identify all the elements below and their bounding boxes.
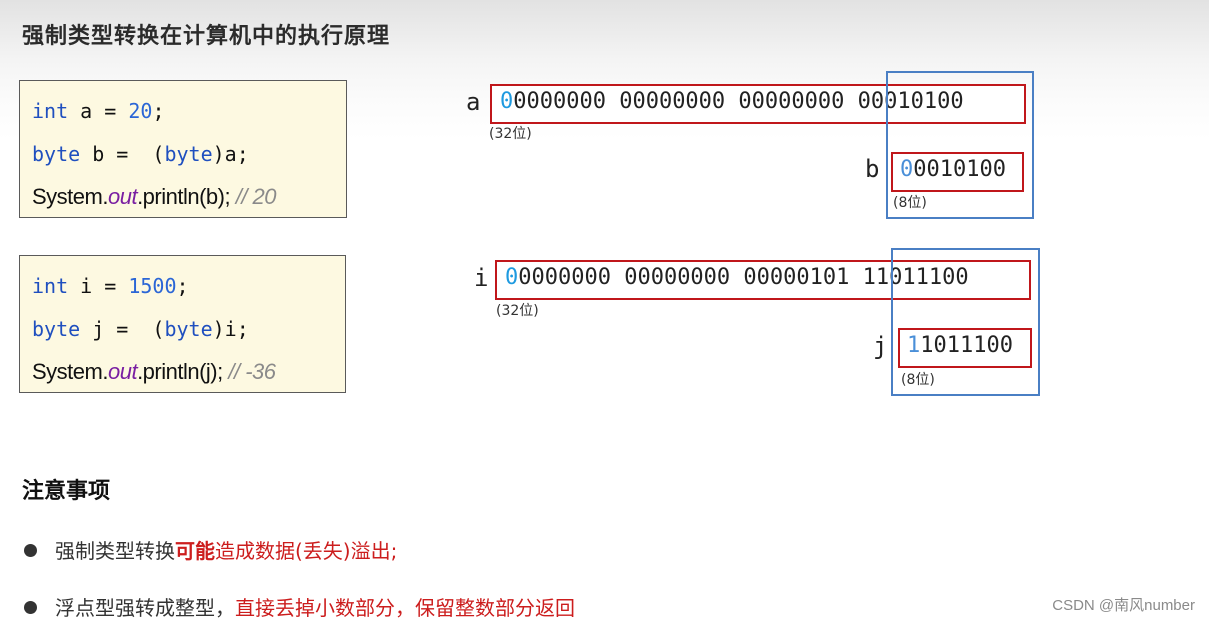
keyword: int: [32, 274, 69, 298]
static-field: out: [107, 359, 138, 384]
code-text: .println(j);: [137, 359, 229, 384]
watermark: CSDN @南风number: [1052, 597, 1195, 614]
code-line: int i = 1500;: [32, 274, 189, 298]
code-line: byte j = (byte)i;: [32, 317, 249, 341]
note-item: 强制类型转换可能造成数据(丢失)溢出;: [24, 535, 397, 564]
code-text: ;: [152, 99, 165, 123]
code-line: byte b = (byte)a;: [32, 142, 249, 166]
source-bit-width: (32位): [489, 126, 532, 142]
note-text: 浮点型强转成整型，: [55, 596, 235, 620]
target-bit-width: (8位): [901, 372, 935, 388]
code-text: )i;: [212, 317, 249, 341]
note-highlight: 直接丢掉小数部分，保留整数部分返回: [235, 596, 575, 620]
target-var-label: b: [865, 155, 880, 183]
source-bit-width: (32位): [496, 303, 539, 319]
note-item: 浮点型强转成整型，直接丢掉小数部分，保留整数部分返回: [24, 592, 575, 621]
sign-bit: 1: [907, 333, 921, 358]
code-text: )a;: [212, 142, 249, 166]
static-field: out: [107, 184, 138, 209]
keyword: int: [32, 99, 69, 123]
keyword: byte: [164, 142, 213, 166]
code-text: b = (: [80, 142, 165, 166]
source-var-label: a: [466, 88, 481, 116]
bullet-icon: [24, 544, 37, 557]
keyword: byte: [32, 142, 81, 166]
bit-string: 1011100: [920, 333, 1013, 358]
code-line: int a = 20;: [32, 99, 164, 123]
code-line: System.out.println(j); // -36: [32, 359, 276, 385]
target-bits: 00010100: [900, 157, 1006, 182]
bullet-icon: [24, 601, 37, 614]
target-var-label: j: [873, 332, 888, 360]
code-comment: // 20: [235, 184, 277, 209]
keyword: byte: [164, 317, 213, 341]
sign-bit: 0: [505, 265, 519, 290]
note-text: 强制类型转换: [55, 539, 175, 563]
sign-bit: 0: [900, 157, 914, 182]
number-literal: 1500: [128, 274, 177, 298]
code-text: i =: [68, 274, 129, 298]
keyword: byte: [32, 317, 81, 341]
note-highlight: 造成数据(丢失)溢出;: [215, 539, 398, 563]
code-comment: // -36: [228, 359, 276, 384]
bit-string: 0010100: [913, 157, 1006, 182]
note-emphasis: 可能: [175, 539, 215, 563]
target-bits-box: 11011100: [898, 328, 1032, 368]
code-text: System.: [32, 184, 108, 209]
number-literal: 20: [128, 99, 153, 123]
code-block-2: int i = 1500; byte j = (byte)i; System.o…: [19, 255, 346, 393]
code-text: System.: [32, 359, 108, 384]
code-text: j = (: [80, 317, 165, 341]
code-text: a =: [68, 99, 129, 123]
code-block-1: int a = 20; byte b = (byte)a; System.out…: [19, 80, 347, 218]
code-text: .println(b);: [137, 184, 236, 209]
notes-title: 注意事项: [22, 479, 111, 504]
source-var-label: i: [474, 264, 489, 292]
target-bits: 11011100: [907, 333, 1013, 358]
code-text: ;: [176, 274, 189, 298]
target-bit-width: (8位): [893, 195, 927, 211]
target-bits-box: 00010100: [891, 152, 1024, 192]
code-line: System.out.println(b); // 20: [32, 184, 277, 210]
page-title: 强制类型转换在计算机中的执行原理: [22, 24, 391, 49]
sign-bit: 0: [500, 89, 514, 114]
